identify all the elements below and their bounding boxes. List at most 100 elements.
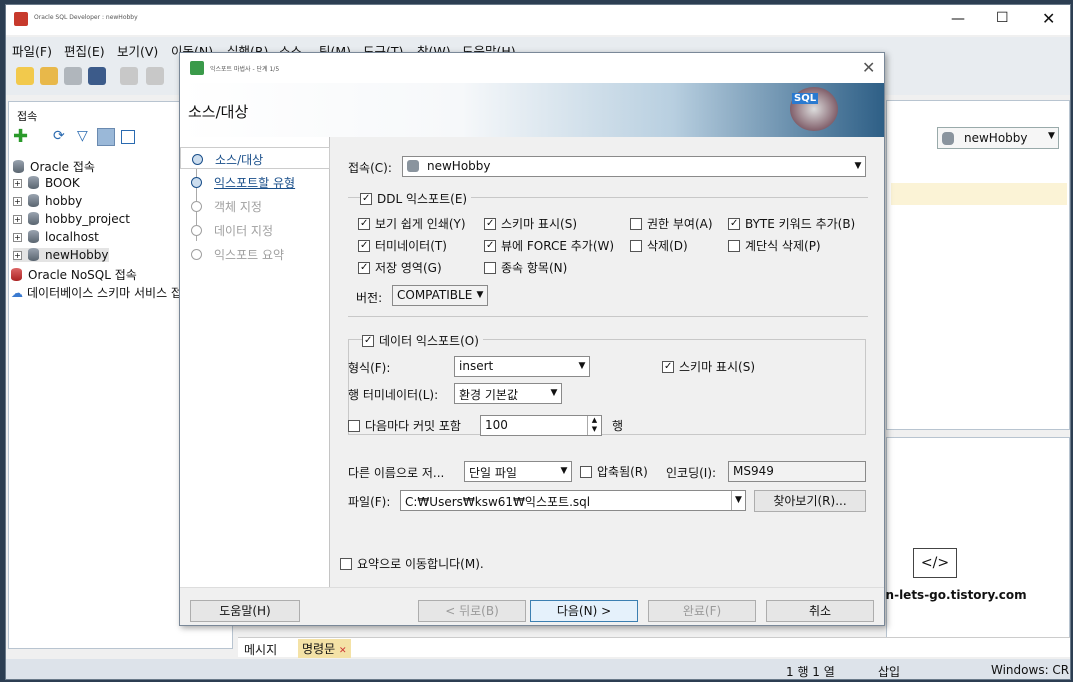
tree-view-icon[interactable] bbox=[121, 130, 135, 144]
encoding-combo[interactable]: MS949 bbox=[728, 461, 866, 482]
compress-checkbox[interactable]: 압축됨(R) bbox=[580, 463, 648, 480]
tree-item-2[interactable]: + hobby_project bbox=[13, 212, 130, 226]
file-path-combo[interactable]: C:₩Users₩ksw61₩익스포트.sql ▼ bbox=[400, 490, 746, 511]
ddl-option-8[interactable]: 저장 영역(G) bbox=[358, 259, 442, 276]
save-as-combo[interactable]: 단일 파일 ▼ bbox=[464, 461, 572, 482]
ddl-export-check[interactable] bbox=[360, 193, 372, 205]
ddl-option-2[interactable]: 권한 부여(A) bbox=[630, 215, 713, 232]
close-icon[interactable]: ✕ bbox=[1042, 9, 1055, 28]
bottom-tabs: 메시지 명령문 ✕ bbox=[238, 637, 1070, 658]
wizard-step-0[interactable]: 소스/대상 bbox=[180, 147, 330, 169]
ddl-option-5[interactable]: 뷰에 FORCE 추가(W) bbox=[484, 237, 614, 254]
encoding-label: 인코딩(I): bbox=[666, 466, 717, 480]
data-export-checkbox[interactable]: 데이터 익스포트(O) bbox=[362, 332, 483, 349]
minimize-icon[interactable]: — bbox=[951, 11, 965, 27]
expand-icon[interactable]: + bbox=[13, 197, 22, 206]
ddl-option-check[interactable] bbox=[484, 218, 496, 230]
ddl-option-7[interactable]: 계단식 삭제(P) bbox=[728, 237, 821, 254]
connection-combo-value: newHobby bbox=[427, 159, 491, 173]
data-export-check[interactable] bbox=[362, 335, 374, 347]
commit-check[interactable] bbox=[348, 420, 360, 432]
ddl-option-label: 권한 부여(A) bbox=[647, 217, 713, 231]
cancel-button[interactable]: 취소 bbox=[766, 600, 874, 622]
database-icon bbox=[28, 248, 39, 261]
ddl-option-0[interactable]: 보기 쉽게 인쇄(Y) bbox=[358, 215, 466, 232]
ddl-option-check[interactable] bbox=[358, 218, 370, 230]
tree-item-3[interactable]: + localhost bbox=[13, 230, 99, 244]
back-button[interactable]: < 뒤로(B) bbox=[418, 600, 526, 622]
tree-item-1[interactable]: + hobby bbox=[13, 194, 82, 208]
version-combo[interactable]: COMPATIBLE ▼ bbox=[392, 285, 488, 306]
go-summary-checkbox[interactable]: 요약으로 이동합니다(M). bbox=[340, 555, 484, 572]
wizard-step-2[interactable]: 객체 지정 bbox=[180, 195, 330, 217]
maximize-icon[interactable]: ☐ bbox=[996, 10, 1009, 26]
compress-check[interactable] bbox=[580, 466, 592, 478]
schema-browser-icon[interactable] bbox=[97, 128, 115, 146]
redo-icon[interactable] bbox=[146, 67, 164, 85]
ddl-option-label: 뷰에 FORCE 추가(W) bbox=[501, 239, 615, 253]
connection-combo[interactable]: newHobby ▼ bbox=[402, 156, 866, 177]
save-icon[interactable] bbox=[64, 67, 82, 85]
wizard-step-3[interactable]: 데이터 지정 bbox=[180, 219, 330, 241]
browse-button[interactable]: 찾아보기(R)... bbox=[754, 490, 866, 512]
ddl-option-check[interactable] bbox=[484, 240, 496, 252]
add-connection-icon[interactable]: ✚ bbox=[13, 126, 28, 147]
data-show-schema-check[interactable] bbox=[662, 361, 674, 373]
menu-item-2[interactable]: 보기(V) bbox=[117, 41, 158, 60]
undo-icon[interactable] bbox=[120, 67, 138, 85]
status-bar: 1 행 1 열 삽입 Windows: CR bbox=[6, 659, 1070, 679]
ddl-option-check[interactable] bbox=[728, 240, 740, 252]
ddl-option-check[interactable] bbox=[358, 240, 370, 252]
tree-item-4[interactable]: + newHobby bbox=[13, 248, 109, 262]
ddl-option-check[interactable] bbox=[630, 240, 642, 252]
save-all-icon[interactable] bbox=[88, 67, 106, 85]
connection-select[interactable]: newHobby ▼ bbox=[937, 127, 1059, 149]
close-tab-icon[interactable]: ✕ bbox=[339, 646, 347, 656]
step-marker-icon bbox=[192, 154, 203, 165]
output-pane: </> bbox=[886, 437, 1070, 647]
commit-spinner[interactable]: 100 ▲ ▼ bbox=[480, 415, 602, 436]
ddl-option-3[interactable]: BYTE 키워드 추가(B) bbox=[728, 215, 855, 232]
ddl-option-1[interactable]: 스키마 표시(S) bbox=[484, 215, 577, 232]
open-icon[interactable] bbox=[40, 67, 58, 85]
expand-icon[interactable]: + bbox=[13, 179, 22, 188]
menu-item-1[interactable]: 편집(E) bbox=[64, 41, 105, 60]
row-terminator-combo[interactable]: 환경 기본값 ▼ bbox=[454, 383, 562, 404]
tree-item-0[interactable]: + BOOK bbox=[13, 176, 80, 190]
finish-button[interactable]: 완료(F) bbox=[648, 600, 756, 622]
filter-icon[interactable]: ▽ bbox=[77, 128, 88, 144]
cloud-icon: ☁ bbox=[11, 286, 23, 300]
format-combo[interactable]: insert ▼ bbox=[454, 356, 590, 377]
ddl-export-checkbox[interactable]: DDL 익스포트(E) bbox=[360, 190, 472, 207]
wizard-step-1[interactable]: 익스포트할 유형 bbox=[180, 171, 330, 193]
help-button[interactable]: 도움말(H) bbox=[190, 600, 300, 622]
tree-nosql[interactable]: Oracle NoSQL 접속 bbox=[11, 266, 137, 283]
commit-checkbox[interactable]: 다음마다 커밋 포함 bbox=[348, 417, 461, 434]
ddl-option-check[interactable] bbox=[358, 262, 370, 274]
tree-root-oracle[interactable]: Oracle 접속 bbox=[13, 158, 95, 175]
dialog-close-icon[interactable]: ✕ bbox=[862, 58, 875, 77]
expand-icon[interactable]: + bbox=[13, 251, 22, 260]
ddl-option-6[interactable]: 삭제(D) bbox=[630, 237, 688, 254]
go-summary-check[interactable] bbox=[340, 558, 352, 570]
ddl-option-4[interactable]: 터미네이터(T) bbox=[358, 237, 447, 254]
tab-messages[interactable]: 메시지 bbox=[244, 641, 277, 658]
spinner-arrows-icon[interactable]: ▲ ▼ bbox=[587, 416, 601, 435]
save-as-label: 다른 이름으로 저... bbox=[348, 466, 445, 480]
tree-schema-service[interactable]: ☁ 데이터베이스 스키마 서비스 접 bbox=[11, 284, 182, 301]
ddl-option-check[interactable] bbox=[484, 262, 496, 274]
menu-item-0[interactable]: 파일(F) bbox=[12, 41, 52, 60]
data-show-schema-checkbox[interactable]: 스키마 표시(S) bbox=[662, 358, 755, 375]
ddl-option-9[interactable]: 종속 항목(N) bbox=[484, 259, 567, 276]
tab-statement[interactable]: 명령문 ✕ bbox=[298, 639, 351, 658]
window-title: Oracle SQL Developer : newHobby bbox=[34, 14, 138, 21]
ddl-option-check[interactable] bbox=[728, 218, 740, 230]
new-icon[interactable] bbox=[16, 67, 34, 85]
wizard-step-4[interactable]: 익스포트 요약 bbox=[180, 243, 330, 265]
ddl-export-label: DDL 익스포트(E) bbox=[377, 192, 468, 206]
ddl-option-check[interactable] bbox=[630, 218, 642, 230]
expand-icon[interactable]: + bbox=[13, 215, 22, 224]
next-button[interactable]: 다음(N) > bbox=[530, 600, 638, 622]
refresh-icon[interactable]: ⟳ bbox=[53, 128, 65, 144]
expand-icon[interactable]: + bbox=[13, 233, 22, 242]
